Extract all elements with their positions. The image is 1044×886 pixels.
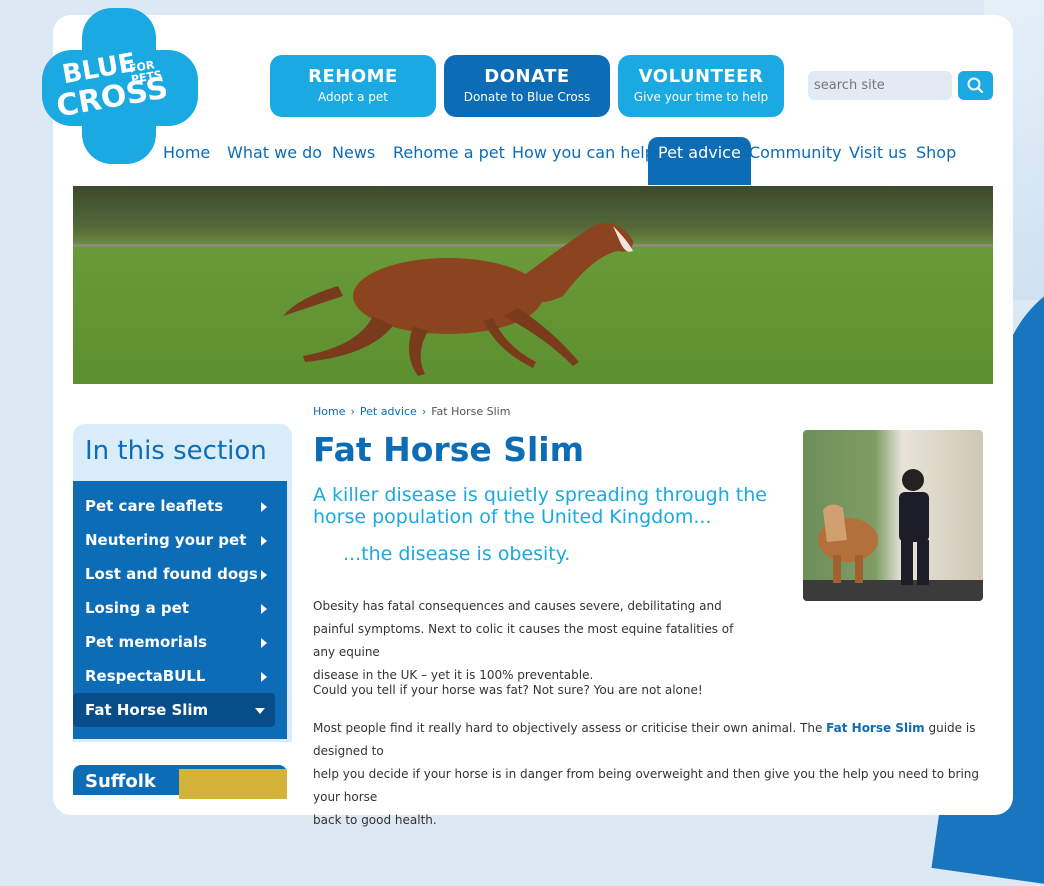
paragraph-3-line-3: back to good health. xyxy=(313,813,437,827)
paragraph-1: Obesity has fatal consequences and cause… xyxy=(313,595,753,687)
sidebar-item-label: Lost and found dogs xyxy=(85,565,258,583)
paragraph-2: Could you tell if your horse was fat? No… xyxy=(313,683,703,697)
nav-what-we-do[interactable]: What we do xyxy=(227,137,322,185)
sidebar-item-label: Losing a pet xyxy=(85,599,189,617)
volunteer-subtitle: Give your time to help xyxy=(633,90,769,104)
nav-home[interactable]: Home xyxy=(163,137,210,185)
nav-how-you-can-help[interactable]: How you can help xyxy=(512,137,655,185)
sidebar-item-respectabull[interactable]: RespectaBULL xyxy=(73,659,287,693)
sidebar-item-label: Pet care leaflets xyxy=(85,497,224,515)
breadcrumb: Home › Pet advice › Fat Horse Slim xyxy=(313,405,510,418)
sidebar-item-pet-memorials[interactable]: Pet memorials xyxy=(73,625,287,659)
nav-community[interactable]: Community xyxy=(749,137,842,185)
chevron-right-icon xyxy=(261,570,267,580)
search-button[interactable] xyxy=(958,71,993,100)
breadcrumb-pet-advice[interactable]: Pet advice xyxy=(360,405,417,418)
chevron-right-icon: › xyxy=(350,405,355,418)
promo-image xyxy=(179,769,287,799)
promo-title: Suffolk xyxy=(85,771,156,792)
chevron-right-icon xyxy=(261,536,267,546)
pony-illustration xyxy=(803,469,983,601)
rehome-title: REHOME xyxy=(308,66,398,87)
sidebar-title: In this section xyxy=(85,436,267,466)
nav-rehome-a-pet[interactable]: Rehome a pet xyxy=(393,137,505,185)
fat-horse-slim-link[interactable]: Fat Horse Slim xyxy=(826,721,925,735)
donate-title: DONATE xyxy=(484,66,570,87)
nav-news[interactable]: News xyxy=(332,137,375,185)
lead-text-2: ...the disease is obesity. xyxy=(343,543,571,565)
sidebar-item-fat-horse-slim[interactable]: Fat Horse Slim xyxy=(73,693,275,727)
chevron-right-icon xyxy=(261,638,267,648)
sidebar-item-neutering-your-pet[interactable]: Neutering your pet xyxy=(73,523,287,557)
sidebar-list: Pet care leaflets Neutering your pet Los… xyxy=(73,481,287,739)
sidebar-item-losing-a-pet[interactable]: Losing a pet xyxy=(73,591,287,625)
sidebar-item-pet-care-leaflets[interactable]: Pet care leaflets xyxy=(73,489,287,523)
rehome-subtitle: Adopt a pet xyxy=(318,90,388,104)
nav-shop[interactable]: Shop xyxy=(916,137,956,185)
search-icon xyxy=(967,77,984,94)
chevron-right-icon xyxy=(261,672,267,682)
paragraph-1-line-1: Obesity has fatal consequences and cause… xyxy=(313,599,722,613)
donate-subtitle: Donate to Blue Cross xyxy=(463,90,591,104)
nav-pet-advice[interactable]: Pet advice xyxy=(648,137,751,185)
sidebar-section-nav: In this section Pet care leaflets Neuter… xyxy=(73,424,292,742)
sidebar-item-label: Pet memorials xyxy=(85,633,208,651)
breadcrumb-home[interactable]: Home xyxy=(313,405,345,418)
paragraph-3-line-2: help you decide if your horse is in dang… xyxy=(313,767,979,804)
sidebar-item-label: Neutering your pet xyxy=(85,531,247,549)
volunteer-title: VOLUNTEER xyxy=(638,66,764,87)
search-input[interactable] xyxy=(808,71,952,100)
lead-text: A killer disease is quietly spreading th… xyxy=(313,484,767,528)
chevron-down-icon xyxy=(255,708,265,714)
paragraph-3: Most people find it really hard to objec… xyxy=(313,717,993,832)
hero-banner-image xyxy=(73,186,993,384)
sidebar-item-lost-and-found-dogs[interactable]: Lost and found dogs xyxy=(73,557,287,591)
breadcrumb-current: Fat Horse Slim xyxy=(431,405,511,418)
horse-illustration xyxy=(283,223,633,376)
donate-button[interactable]: DONATE Donate to Blue Cross xyxy=(444,55,610,117)
chevron-right-icon xyxy=(261,604,267,614)
pony-photo xyxy=(803,430,983,601)
rehome-button[interactable]: REHOME Adopt a pet xyxy=(270,55,436,117)
chevron-right-icon xyxy=(261,502,267,512)
page-title: Fat Horse Slim xyxy=(313,430,584,469)
sidebar-item-label: RespectaBULL xyxy=(85,667,206,685)
sidebar-item-label: Fat Horse Slim xyxy=(85,701,209,719)
paragraph-3-text-a: Most people find it really hard to objec… xyxy=(313,721,827,735)
sidebar-promo-box[interactable]: Suffolk xyxy=(73,765,287,799)
volunteer-button[interactable]: VOLUNTEER Give your time to help xyxy=(618,55,784,117)
chevron-right-icon: › xyxy=(421,405,427,418)
paragraph-1-line-2: painful symptoms. Next to colic it cause… xyxy=(313,622,734,659)
nav-visit-us[interactable]: Visit us xyxy=(849,137,907,185)
